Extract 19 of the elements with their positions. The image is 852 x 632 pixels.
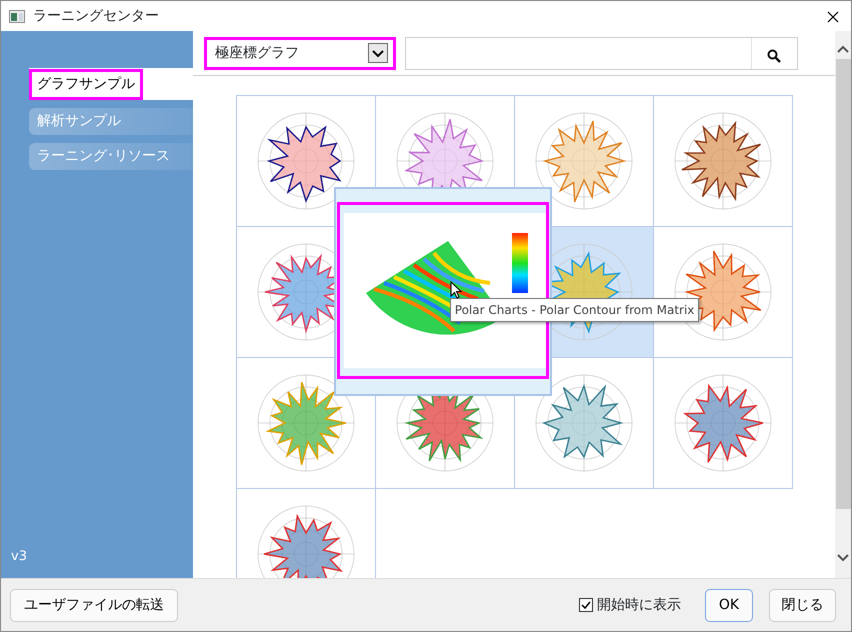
chart-thumbnail[interactable] — [236, 95, 376, 227]
show-on-start-checkbox[interactable]: 開始時に表示 — [579, 594, 681, 616]
app-icon — [9, 10, 25, 22]
close-dialog-button[interactable]: 閉じる — [769, 588, 836, 622]
category-dropdown[interactable]: 極座標グラフ — [204, 36, 396, 70]
scroll-down-icon[interactable] — [837, 554, 850, 562]
scrollbar-thumb[interactable] — [836, 59, 851, 509]
window-title: ラーニングセンター — [33, 6, 159, 26]
cursor-icon — [450, 281, 462, 299]
version-label: v3 — [11, 548, 27, 566]
chart-thumbnail[interactable] — [652, 357, 793, 489]
checkmark-icon[interactable] — [581, 600, 591, 610]
caret-icon[interactable] — [368, 43, 388, 63]
sidebar-item[interactable]: グラフサンプル — [29, 68, 193, 100]
scroll-up-icon[interactable] — [837, 45, 850, 53]
transfer-button[interactable]: ユーザファイルの転送 — [10, 588, 178, 622]
chart-thumbnail[interactable] — [652, 95, 793, 227]
tooltip: Polar Charts - Polar Contour from Matrix — [450, 298, 700, 322]
ok-button[interactable]: OK — [705, 588, 753, 622]
